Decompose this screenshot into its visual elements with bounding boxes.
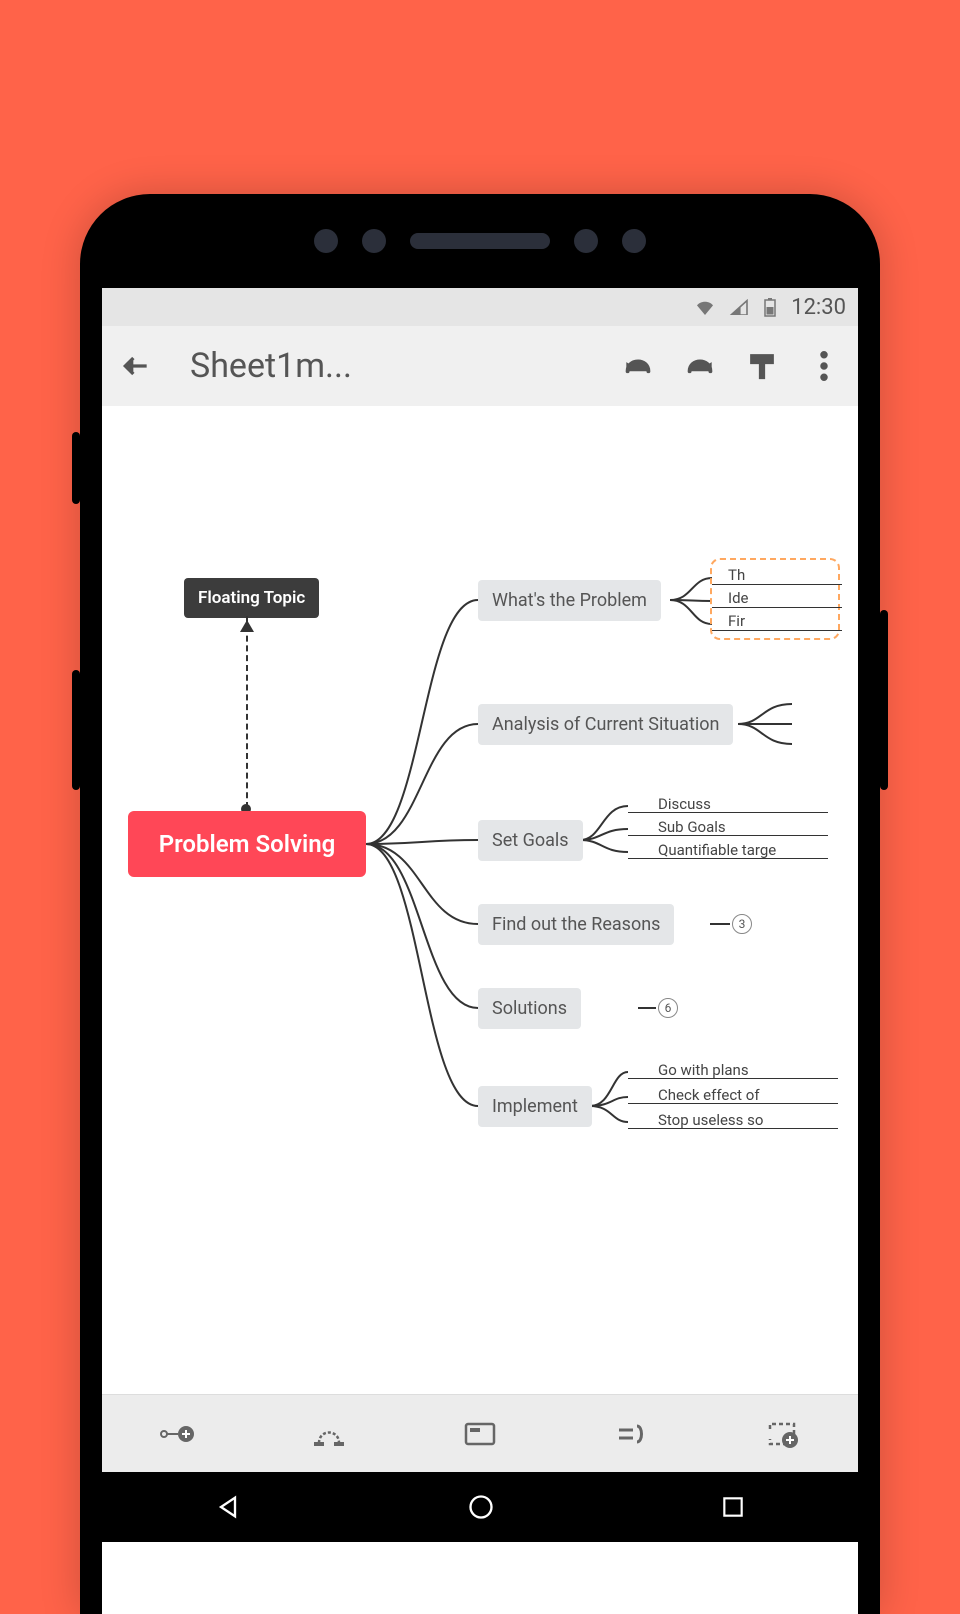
connector-lines [102,406,858,1394]
front-camera [574,229,598,253]
bottom-toolbar [102,1394,858,1472]
leaf-underline [628,835,828,836]
leaf-underline [628,812,828,813]
branch-node-problem[interactable]: What's the Problem [478,580,661,621]
earpiece-speaker [410,233,550,249]
branch-node-analysis[interactable]: Analysis of Current Situation [478,704,733,745]
central-topic-node[interactable]: Problem Solving [128,811,366,877]
leaf-node[interactable]: Sub Goals [658,818,726,836]
phone-side-button [72,670,80,790]
leaf-underline [628,1078,838,1079]
phone-frame: 12:30 Sheet1m... [80,194,880,1614]
format-button[interactable] [744,348,780,384]
redo-button[interactable] [682,348,718,384]
leaf-underline [712,630,842,631]
leaf-underline [628,1103,838,1104]
fold-indicator[interactable]: 6 [658,998,678,1018]
front-camera [314,229,338,253]
document-title[interactable]: Sheet1m... [180,346,594,386]
arrowhead-icon [240,620,254,632]
relationship-line [246,616,248,808]
add-relationship-button[interactable] [308,1413,350,1455]
leaf-node[interactable]: Quantifiable targe [658,841,776,859]
branch-node-implement[interactable]: Implement [478,1086,592,1127]
battery-icon [763,297,777,317]
branch-node-solutions[interactable]: Solutions [478,988,581,1029]
front-sensor [362,229,386,253]
fold-indicator[interactable]: 3 [732,914,752,934]
nav-back-button[interactable] [214,1493,242,1521]
phone-side-button [880,610,888,790]
more-menu-button[interactable] [806,348,842,384]
android-nav-bar [102,1472,858,1542]
signal-icon [729,299,749,315]
insert-button[interactable] [761,1413,803,1455]
nav-home-button[interactable] [467,1493,495,1521]
phone-top-bezel [80,194,880,288]
wifi-icon [695,299,715,315]
app-screen: 12:30 Sheet1m... [102,288,858,1614]
branch-node-reasons[interactable]: Find out the Reasons [478,904,674,945]
branch-node-goals[interactable]: Set Goals [478,820,583,861]
front-sensor [622,229,646,253]
leaf-node[interactable]: Discuss [658,795,711,813]
clock-time: 12:30 [791,295,846,320]
leaf-underline [628,1128,838,1129]
back-button[interactable] [118,348,154,384]
app-toolbar: Sheet1m... [102,326,858,406]
status-bar: 12:30 [102,288,858,326]
leaf-underline [712,584,842,585]
leaf-node[interactable]: Check effect of [658,1086,760,1104]
phone-side-button [72,432,80,504]
leaf-underline [628,858,828,859]
leaf-node[interactable]: Stop useless so [658,1111,763,1129]
nav-recents-button[interactable] [720,1494,746,1520]
floating-topic-node[interactable]: Floating Topic [184,578,319,618]
add-subtopic-button[interactable] [157,1413,199,1455]
undo-button[interactable] [620,348,656,384]
mindmap-canvas[interactable]: Floating Topic Problem Solving What's th… [102,406,858,1394]
leaf-underline [712,607,842,608]
leaf-node[interactable]: Fir [728,612,745,630]
leaf-node[interactable]: Ide [728,589,749,607]
leaf-node[interactable]: Go with plans [658,1061,749,1079]
leaf-node[interactable]: Th [728,566,745,584]
note-button[interactable] [459,1413,501,1455]
outline-button[interactable] [610,1413,652,1455]
